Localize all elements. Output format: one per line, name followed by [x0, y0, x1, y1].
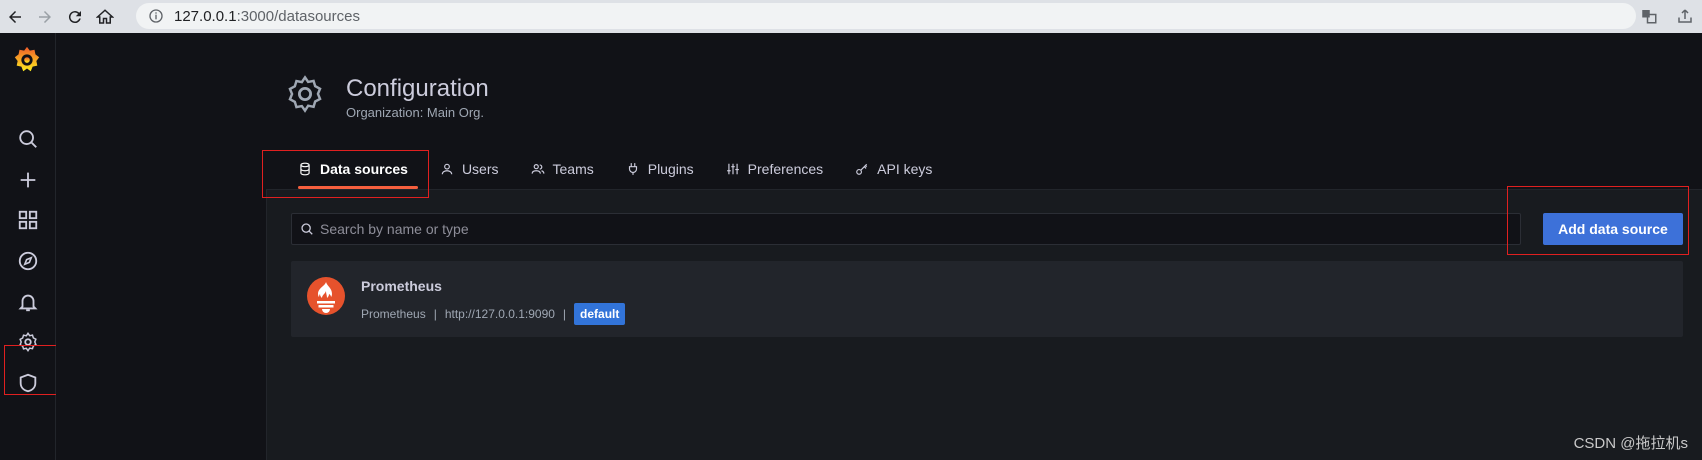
search-icon	[19, 130, 37, 148]
search-input[interactable]	[320, 221, 1500, 237]
browser-actions	[1640, 7, 1694, 25]
reload-icon	[68, 10, 81, 23]
translate-icon[interactable]	[1640, 7, 1658, 25]
users-icon	[531, 164, 544, 174]
sidemenu-explore[interactable]	[12, 245, 44, 277]
tab-label: Teams	[552, 161, 594, 177]
configuration-cog-icon	[288, 75, 322, 113]
tab-users[interactable]: Users	[424, 149, 515, 189]
url-host: 127.0.0.1	[174, 7, 237, 25]
user-icon	[441, 163, 453, 175]
plus-icon	[20, 172, 36, 188]
default-badge: default	[574, 303, 626, 325]
watermark: CSDN @拖拉机s	[1573, 435, 1688, 452]
plug-icon	[628, 163, 637, 175]
forward-button[interactable]	[30, 0, 60, 33]
address-bar[interactable]: 127.0.0.1:3000/datasources	[136, 3, 1636, 29]
key-icon	[856, 163, 868, 175]
sliders-icon	[726, 163, 739, 175]
tab-label: Preferences	[747, 161, 824, 177]
page-title: Configuration	[346, 75, 489, 102]
separator: |	[433, 307, 437, 321]
datasource-type: Prometheus	[361, 307, 426, 321]
tab-teams[interactable]: Teams	[515, 149, 610, 189]
home-icon	[96, 8, 114, 24]
page-container: Configuration Organization: Main Org. Da…	[56, 33, 1702, 460]
url-path: :3000/datasources	[236, 7, 360, 25]
highlight-box-add	[1507, 186, 1689, 255]
home-button[interactable]	[90, 0, 120, 33]
page-subtitle: Organization: Main Org.	[346, 105, 485, 120]
bell-icon	[18, 294, 38, 312]
arrow-right-icon	[39, 10, 51, 23]
datasource-card[interactable]: Prometheus Prometheus | http://127.0.0.1…	[291, 261, 1683, 337]
datasource-name: Prometheus	[361, 278, 442, 294]
sidemenu-create[interactable]	[12, 164, 44, 196]
separator: |	[562, 307, 567, 321]
datasource-url: http://127.0.0.1:9090	[444, 307, 555, 321]
reload-button[interactable]	[60, 0, 90, 33]
tab-preferences[interactable]: Preferences	[710, 149, 839, 189]
tab-label: Users	[461, 161, 499, 177]
tab-label: Plugins	[647, 161, 694, 177]
arrow-left-icon	[9, 10, 21, 23]
tab-label: API keys	[877, 161, 933, 177]
info-icon	[149, 9, 163, 23]
sidemenu-dashboards[interactable]	[12, 204, 44, 236]
share-icon[interactable]	[1676, 7, 1694, 25]
sidemenu-alerting[interactable]	[12, 286, 44, 318]
datasources-content: Add data source Prometheus Prometheus | …	[266, 189, 1702, 460]
sidemenu-search[interactable]	[12, 123, 44, 155]
highlight-box-tab	[262, 150, 429, 198]
sidemenu	[0, 33, 56, 460]
tab-plugins[interactable]: Plugins	[610, 149, 710, 189]
tab-api-keys[interactable]: API keys	[839, 149, 948, 189]
search-icon	[301, 223, 313, 235]
compass-icon	[18, 251, 38, 271]
back-button[interactable]	[0, 0, 30, 33]
browser-toolbar: 127.0.0.1:3000/datasources	[0, 0, 1702, 33]
datasource-meta: Prometheus | http://127.0.0.1:9090 | def…	[361, 303, 626, 325]
search-box[interactable]	[291, 213, 1521, 245]
grafana-logo-icon[interactable]	[12, 45, 42, 75]
apps-icon	[18, 210, 38, 230]
prometheus-logo-icon	[307, 277, 345, 315]
